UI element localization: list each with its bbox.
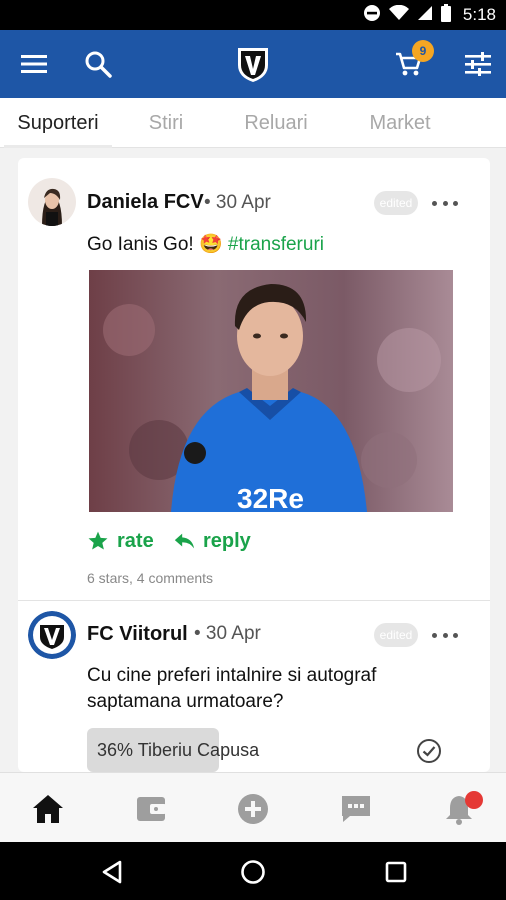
app-bar: 9 [0,30,506,98]
more-options-button[interactable] [432,191,458,215]
edited-badge: edited [374,623,418,647]
rate-button[interactable]: rate [87,526,154,556]
back-button[interactable] [99,859,125,885]
more-dot [442,200,448,206]
tab-stiri[interactable]: Stiri [120,98,212,148]
tab-suporteri[interactable]: Suporteri [4,98,112,148]
wifi-icon [388,4,409,26]
nav-home[interactable] [30,791,66,827]
post-body: Go Ianis Go! [87,234,194,255]
menu-button[interactable] [14,44,54,84]
cart-button[interactable]: 9 [388,40,434,84]
more-dot [442,632,448,638]
tune-icon [465,52,491,76]
more-options-button[interactable] [432,623,458,647]
wallet-icon [137,797,166,821]
add-circle-icon [238,794,268,824]
rate-label: rate [117,529,154,552]
nav-chat[interactable] [338,791,374,827]
emoji: 🤩 [198,234,223,255]
menu-icon [21,55,47,73]
nav-notifications[interactable] [441,791,483,827]
back-icon [102,860,122,884]
cart-count-badge: 9 [412,40,434,62]
post-text: Cu cine preferi intalnire si autograf sa… [87,663,376,715]
post-text-line: saptamana urmatoare? [87,691,284,712]
section-tabs: Suporteri Stiri Reluari Market [0,98,506,148]
reply-button[interactable]: reply [173,526,251,556]
post-author[interactable]: FC Viitorul [87,623,188,646]
feed-post: Daniela FCV • 30 Apr edited Go Ianis Go!… [18,158,490,600]
home-icon [33,795,63,823]
signal-icon [417,5,433,26]
post-text: Go Ianis Go! 🤩 #transferuri [87,232,324,258]
battery-icon [440,3,451,27]
poll-check-icon[interactable] [416,738,442,764]
home-system-button[interactable] [240,859,266,885]
post-date: • 30 Apr [204,192,271,213]
crest-icon [238,48,268,82]
chat-icon [342,796,370,822]
nav-add[interactable] [235,791,271,827]
home-circle-icon [241,860,265,884]
post-stats[interactable]: 6 stars, 4 comments [87,570,213,586]
recents-icon [385,861,407,883]
tab-reluari[interactable]: Reluari [226,98,326,148]
filter-button[interactable] [458,44,498,84]
more-dot [453,632,458,638]
more-dot [432,200,437,206]
team-logo[interactable] [233,44,273,84]
reply-label: reply [203,529,251,552]
edited-badge: edited [374,191,418,215]
more-dot [453,200,458,206]
search-icon [85,51,112,78]
system-nav-bar [0,842,506,900]
tab-indicator [4,145,112,148]
more-dot [432,632,437,638]
bottom-nav [0,772,506,842]
jersey-text: 32Re [237,483,304,512]
avatar[interactable] [28,611,76,659]
feed-card: Daniela FCV • 30 Apr edited Go Ianis Go!… [18,158,490,772]
do-not-disturb-icon [363,4,381,27]
post-date: • 30 Apr [194,623,261,644]
search-button[interactable] [78,44,118,84]
post-image[interactable]: 32Re [89,270,453,512]
tab-market[interactable]: Market [340,98,460,148]
post-author[interactable]: Daniela FCV [87,191,204,214]
nav-wallet[interactable] [133,791,169,827]
avatar[interactable] [28,178,76,226]
post-text-line: Cu cine preferi intalnire si autograf [87,665,377,686]
hashtag-link[interactable]: #transferuri [228,234,324,255]
poll-option[interactable]: 36% Tiberiu Capusa [87,728,259,772]
recents-button[interactable] [383,859,409,885]
star-icon [88,531,108,550]
status-icons: 5:18 [363,0,496,30]
status-time: 5:18 [462,5,496,24]
reply-icon [174,533,195,549]
notification-badge [465,791,483,809]
status-bar: 5:18 [0,0,506,30]
